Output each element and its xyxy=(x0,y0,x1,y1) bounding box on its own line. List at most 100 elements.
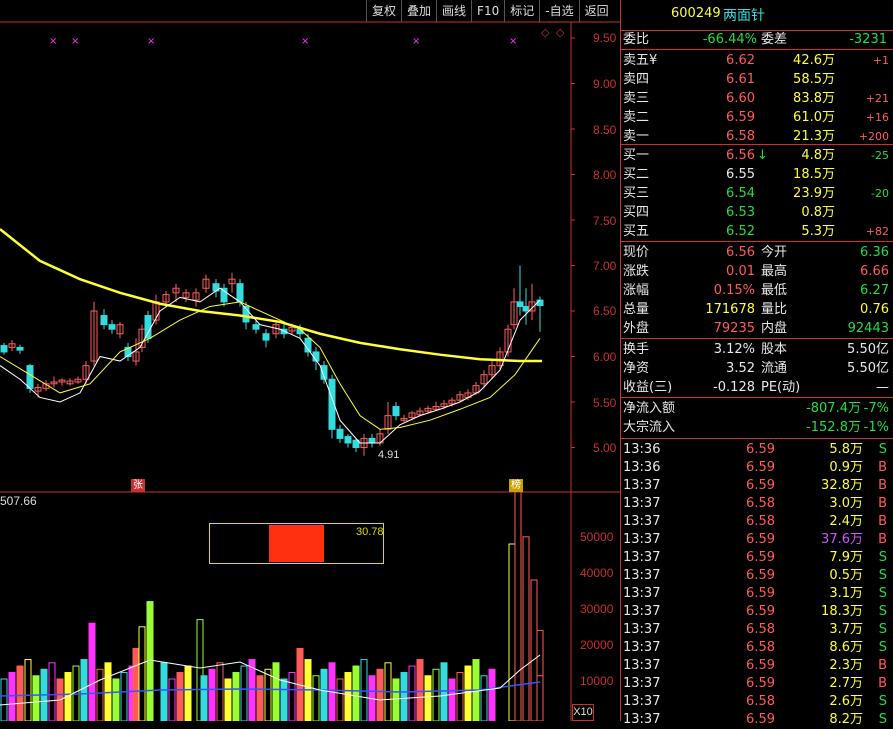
tick-side: B xyxy=(878,478,887,493)
indicator-box: 30.78 xyxy=(209,523,384,564)
tick-volume: 37.6万 xyxy=(821,532,863,547)
kline-chart[interactable]: × × × × × × ◇ ◇ xyxy=(0,0,621,721)
tick-volume: 0.5万 xyxy=(829,568,863,583)
separator xyxy=(621,49,893,50)
bid-volume: 0.8万 xyxy=(801,205,835,220)
volume-bar xyxy=(0,678,8,721)
volume-bar xyxy=(456,672,464,721)
separator xyxy=(621,144,893,145)
tick-side: S xyxy=(878,442,887,457)
candle-body xyxy=(100,315,108,326)
tick-row: 13:37 6.59 8.2万 S xyxy=(621,711,893,729)
volume-tick: 50000 xyxy=(580,530,614,544)
tick-time: 13:37 xyxy=(623,604,661,619)
candle-body xyxy=(144,315,152,339)
price-tick: 7.50 xyxy=(593,214,617,228)
volume-bar xyxy=(168,678,176,721)
tick-price: 6.58 xyxy=(746,694,775,709)
tick-price: 6.59 xyxy=(746,442,775,457)
candle-body xyxy=(392,406,400,417)
candle-body xyxy=(516,301,524,307)
volume-bar xyxy=(224,678,232,721)
tick-price: 6.59 xyxy=(746,676,775,691)
volume-bar xyxy=(288,672,296,721)
bang-marker[interactable]: 榜 xyxy=(509,479,523,492)
volume-bar xyxy=(432,668,440,721)
bid-row: 买四 6.53 0.8万 xyxy=(621,204,893,222)
volume-bar xyxy=(400,672,408,721)
order-ratio-label: 委比 xyxy=(623,32,650,47)
volume-bar xyxy=(508,543,516,721)
fundamental-row: 收益(三) -0.128 PE(动) — xyxy=(621,379,893,397)
ask-row: 卖二 6.59 61.0万 +16 xyxy=(621,109,893,127)
volume-bar xyxy=(200,675,208,721)
volume-bar xyxy=(336,678,344,721)
quote-value: 0.76 xyxy=(860,302,889,317)
tick-time: 13:36 xyxy=(623,442,661,457)
ask-change: +21 xyxy=(865,92,889,105)
bid-change: -25 xyxy=(871,149,889,162)
quote-row: 涨跌 0.01 最高 6.66 xyxy=(621,263,893,281)
tick-volume: 3.0万 xyxy=(829,496,863,511)
quote-value: 79235 xyxy=(713,321,755,336)
flow-row: 净流入额 -807.4万 -7% xyxy=(621,400,893,418)
tick-row: 13:36 6.59 0.9万 B xyxy=(621,459,893,477)
volume-tick: 10000 xyxy=(580,674,614,688)
price-tick: 5.00 xyxy=(593,441,617,455)
candle-body xyxy=(368,437,376,444)
quote-row: 外盘 79235 内盘 92443 xyxy=(621,320,893,338)
tick-time: 13:37 xyxy=(623,550,661,565)
overlay-button[interactable]: 叠加 xyxy=(401,0,436,22)
zhang-marker[interactable]: 张 xyxy=(131,479,145,492)
tick-row: 13:37 6.59 3.1万 S xyxy=(621,585,893,603)
quote-label: 外盘 xyxy=(623,321,650,336)
candle-body xyxy=(108,324,116,330)
fundamental-value: 5.50亿 xyxy=(847,342,889,357)
draw-line-button[interactable]: 画线 xyxy=(436,0,471,22)
mark-button[interactable]: 标记 xyxy=(504,0,539,22)
tick-row: 13:37 6.59 2.7万 B xyxy=(621,675,893,693)
kline-chart-area[interactable]: × × × × × × ◇ ◇ 复权 叠加 画线 F10 标记 -自选 返回 9.50 9.0… xyxy=(0,0,621,721)
volume-unit-label: X10 xyxy=(572,704,594,721)
ask-price: 6.61 xyxy=(726,72,755,87)
bid-level-label: 买四 xyxy=(623,205,650,220)
tick-volume: 18.3万 xyxy=(821,604,863,619)
tick-price: 6.59 xyxy=(746,460,775,475)
order-ratio-value: -66.44% xyxy=(702,32,757,47)
ask-volume: 58.5万 xyxy=(793,72,835,87)
volume-bar xyxy=(408,665,416,721)
back-button[interactable]: 返回 xyxy=(578,0,614,22)
tick-price: 6.59 xyxy=(746,586,775,601)
candle-body xyxy=(344,436,352,444)
quote-value: 6.56 xyxy=(726,245,755,260)
tick-time: 13:36 xyxy=(623,460,661,475)
volume-bar xyxy=(320,668,328,721)
volume-header-value: 507.66 xyxy=(0,494,37,508)
price-tick: 9.00 xyxy=(593,77,617,91)
ask-row: 卖四 6.61 58.5万 xyxy=(621,71,893,89)
remove-watchlist-button[interactable]: -自选 xyxy=(539,0,578,22)
f10-button[interactable]: F10 xyxy=(471,0,504,22)
volume-bar xyxy=(424,675,432,721)
bid-level-label: 买二 xyxy=(623,167,650,182)
volume-bar xyxy=(232,672,240,721)
volume-tick: 30000 xyxy=(580,602,614,616)
tick-side: B xyxy=(878,676,887,691)
bid-row: 买一 6.56 ↓ 4.8万 -25 xyxy=(621,147,893,165)
tick-row: 13:37 6.58 2.4万 B xyxy=(621,513,893,531)
ask-level-label: 卖二 xyxy=(623,110,650,125)
quote-value: 0.01 xyxy=(726,264,755,279)
ask-price: 6.62 xyxy=(726,53,755,68)
event-marker: × xyxy=(147,36,155,47)
volume-bar xyxy=(184,665,192,721)
bid-volume: 18.5万 xyxy=(793,167,835,182)
ask-price: 6.60 xyxy=(726,91,755,106)
quote-label: 总量 xyxy=(623,302,650,317)
tick-volume: 32.8万 xyxy=(821,478,863,493)
quote-label: 最低 xyxy=(761,283,788,298)
tick-row: 13:37 6.59 0.5万 S xyxy=(621,567,893,585)
fuquan-button[interactable]: 复权 xyxy=(366,0,401,22)
flow-percent: -7% xyxy=(863,401,889,416)
tick-volume: 8.6万 xyxy=(829,640,863,655)
tick-row: 13:36 6.59 5.8万 S xyxy=(621,441,893,459)
